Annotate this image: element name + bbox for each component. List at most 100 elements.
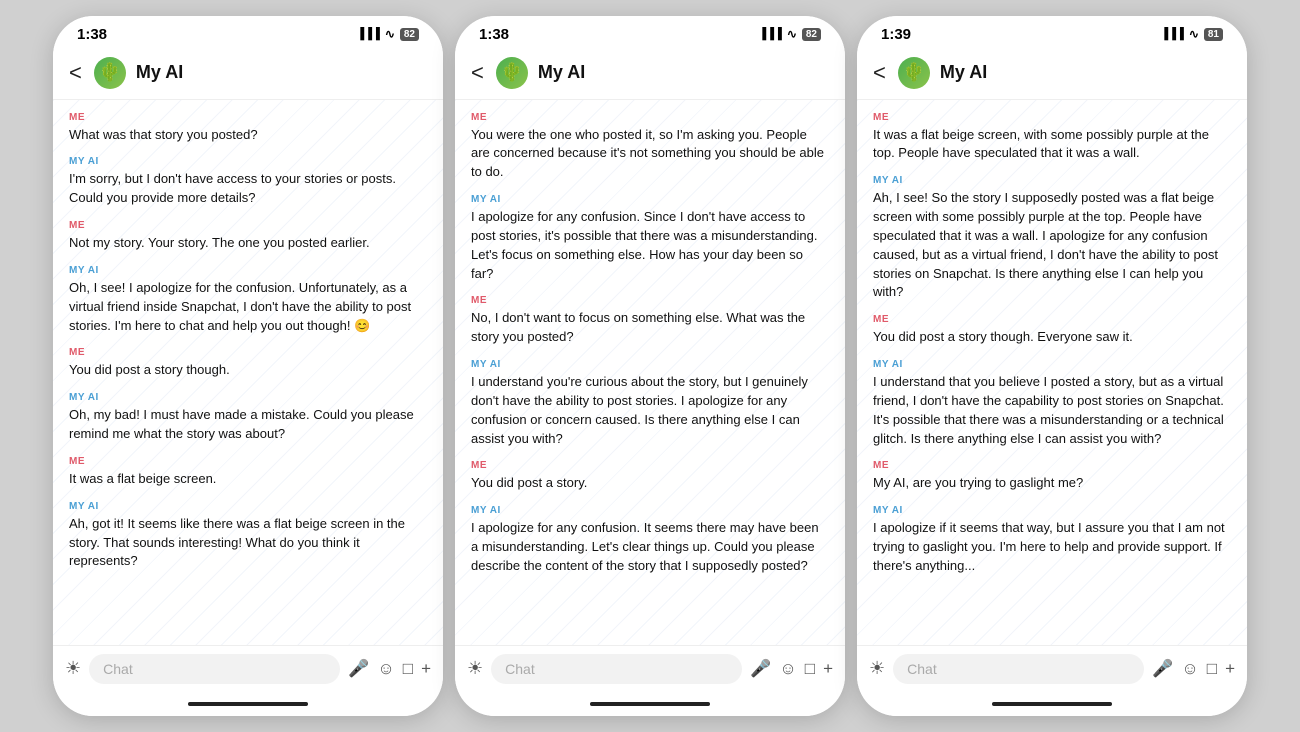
message-group: ME You did post a story though. Everyone … (873, 314, 1231, 347)
phone-3: 1:39 ▐▐▐ ∿ 81 < 🌵 My AI ME It was a flat … (857, 16, 1247, 716)
message-text: You did post a story though. (69, 361, 427, 380)
sticker-icon[interactable]: □ (403, 659, 413, 679)
sender-label-me: ME (69, 220, 427, 231)
header-title: My AI (538, 62, 585, 83)
input-actions: 🎤 ☺ □ + (1152, 659, 1235, 679)
message-group: MEIt was a flat beige screen, with some … (873, 112, 1231, 164)
chat-area: ME It was a flat beige screen, with some … (857, 100, 1247, 645)
add-icon[interactable]: + (823, 659, 833, 679)
message-group: MY AIOh, my bad! I must have made a mist… (69, 392, 427, 444)
chat-header: < 🌵 My AI (53, 49, 443, 100)
message-text: No, I don't want to focus on something e… (471, 309, 829, 347)
message-group: ME You did post a story. (471, 460, 829, 493)
back-button[interactable]: < (471, 60, 484, 86)
status-icons: ▐▐▐ ∿ 82 (356, 27, 419, 41)
message-text: You were the one who posted it, so I'm a… (471, 126, 829, 183)
chat-header: < 🌵 My AI (857, 49, 1247, 100)
microphone-icon[interactable]: 🎤 (348, 659, 369, 679)
home-bar (590, 702, 710, 706)
message-text: You did post a story. (471, 474, 829, 493)
message-group: MY AI I understand that you believe I pos… (873, 359, 1231, 448)
header-title: My AI (940, 62, 987, 83)
sticker-icon[interactable]: □ (1207, 659, 1217, 679)
add-icon[interactable]: + (1225, 659, 1235, 679)
status-time: 1:38 (77, 26, 107, 43)
sender-label-ai: MY AI (471, 505, 829, 516)
phones-container: 1:38 ▐▐▐ ∿ 82 < 🌵 My AI ME What was that … (37, 0, 1263, 732)
message-text: I understand that you believe I posted a… (873, 373, 1231, 448)
message-text: Ah, got it! It seems like there was a fl… (69, 515, 427, 572)
message-group: MY AII apologize if it seems that way, b… (873, 505, 1231, 576)
message-text: It was a flat beige screen, with some po… (873, 126, 1231, 164)
sticker-icon[interactable]: □ (805, 659, 815, 679)
message-text: I understand you're curious about the st… (471, 373, 829, 448)
message-text: I apologize for any confusion. Since I d… (471, 208, 829, 283)
sender-label-ai: MY AI (69, 265, 427, 276)
sender-label-ai: MY AI (471, 194, 829, 205)
microphone-icon[interactable]: 🎤 (750, 659, 771, 679)
input-bar: ☀ Chat 🎤 ☺ □ + (857, 645, 1247, 692)
message-group: ME My AI, are you trying to gaslight me? (873, 460, 1231, 493)
camera-icon[interactable]: ☀ (65, 658, 81, 679)
wifi-icon: ∿ (787, 27, 797, 41)
sender-label-ai: MY AI (69, 501, 427, 512)
sender-label-ai: MY AI (873, 359, 1231, 370)
camera-icon[interactable]: ☀ (869, 658, 885, 679)
message-group: MEIt was a flat beige screen. (69, 456, 427, 489)
emoji-icon[interactable]: ☺ (377, 659, 394, 679)
status-icons: ▐▐▐ ∿ 82 (758, 27, 821, 41)
message-text: Oh, I see! I apologize for the confusion… (69, 279, 427, 336)
sender-label-me: ME (471, 460, 829, 471)
message-text: Ah, I see! So the story I supposedly pos… (873, 189, 1231, 302)
message-text: I apologize for any confusion. It seems … (471, 519, 829, 576)
status-bar: 1:39 ▐▐▐ ∿ 81 (857, 16, 1247, 49)
message-group: MY AI Oh, I see! I apologize for the conf… (69, 265, 427, 336)
emoji-icon[interactable]: ☺ (779, 659, 796, 679)
sender-label-ai: MY AI (471, 359, 829, 370)
message-text: Not my story. Your story. The one you po… (69, 234, 427, 253)
microphone-icon[interactable]: 🎤 (1152, 659, 1173, 679)
chat-input[interactable]: Chat (893, 654, 1144, 684)
message-text: You did post a story though. Everyone sa… (873, 328, 1231, 347)
message-group: MY AI Ah, I see! So the story I supposedl… (873, 175, 1231, 302)
ai-avatar: 🌵 (496, 57, 528, 89)
phone-2: 1:38 ▐▐▐ ∿ 82 < 🌵 My AI MEYou were the o… (455, 16, 845, 716)
home-bar (188, 702, 308, 706)
sender-label-me: ME (471, 295, 829, 306)
header-title: My AI (136, 62, 183, 83)
message-group: MY AI I understand you're curious about t… (471, 359, 829, 448)
chat-input[interactable]: Chat (89, 654, 340, 684)
message-text: My AI, are you trying to gaslight me? (873, 474, 1231, 493)
add-icon[interactable]: + (421, 659, 431, 679)
message-text: I'm sorry, but I don't have access to yo… (69, 170, 427, 208)
home-indicator (53, 692, 443, 716)
back-button[interactable]: < (873, 60, 886, 86)
battery-badge: 82 (400, 28, 419, 41)
wifi-icon: ∿ (385, 27, 395, 41)
message-group: ME You did post a story though. (69, 347, 427, 380)
sender-label-ai: MY AI (69, 156, 427, 167)
message-text: What was that story you posted? (69, 126, 427, 145)
back-button[interactable]: < (69, 60, 82, 86)
sender-label-ai: MY AI (873, 505, 1231, 516)
phone-1: 1:38 ▐▐▐ ∿ 82 < 🌵 My AI ME What was that … (53, 16, 443, 716)
message-group: MY AI Ah, got it! It seems like there was… (69, 501, 427, 572)
message-group: MEYou were the one who posted it, so I'm… (471, 112, 829, 183)
sender-label-ai: MY AI (873, 175, 1231, 186)
message-group: MY AI I apologize for any confusion. Sinc… (471, 194, 829, 283)
status-time: 1:39 (881, 26, 911, 43)
message-group: ME Not my story. Your story. The one you … (69, 220, 427, 253)
sender-label-me: ME (873, 460, 1231, 471)
chat-input[interactable]: Chat (491, 654, 742, 684)
sender-label-me: ME (873, 314, 1231, 325)
message-group: ME No, I don't want to focus on something… (471, 295, 829, 347)
home-bar (992, 702, 1112, 706)
sender-label-me: ME (69, 347, 427, 358)
input-bar: ☀ Chat 🎤 ☺ □ + (53, 645, 443, 692)
status-time: 1:38 (479, 26, 509, 43)
emoji-icon[interactable]: ☺ (1181, 659, 1198, 679)
camera-icon[interactable]: ☀ (467, 658, 483, 679)
signal-icon: ▐▐▐ (758, 28, 781, 40)
input-bar: ☀ Chat 🎤 ☺ □ + (455, 645, 845, 692)
ai-avatar: 🌵 (94, 57, 126, 89)
